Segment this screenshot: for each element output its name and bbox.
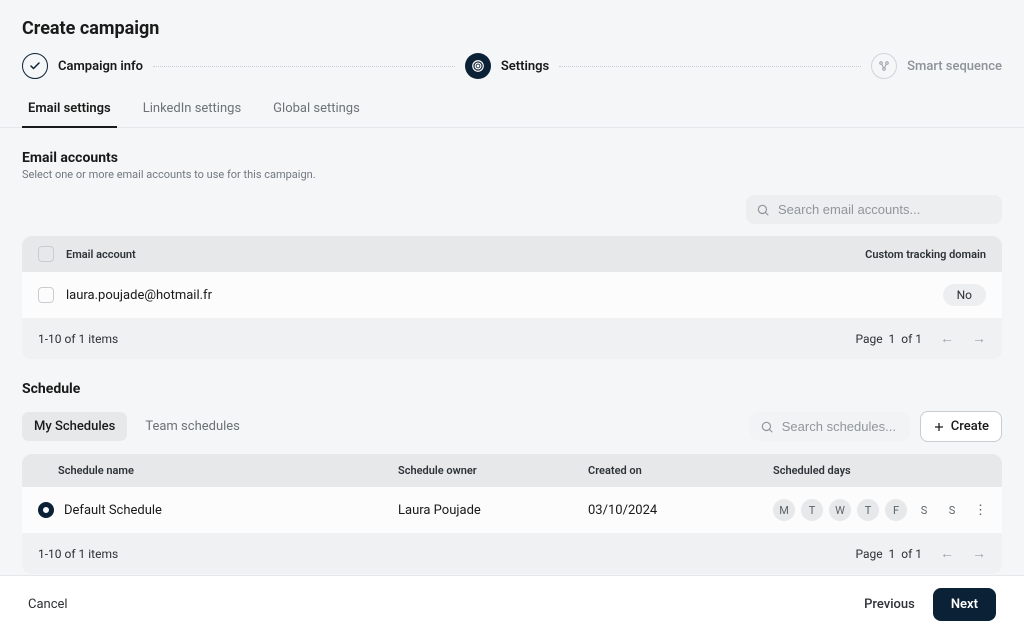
scheduled-days: M T W T F S S xyxy=(773,499,963,521)
arrow-right-icon[interactable]: → xyxy=(972,330,986,347)
arrow-left-icon[interactable]: ← xyxy=(940,545,954,562)
schedule-segments: My Schedules Team schedules xyxy=(22,412,252,441)
schedule-name-value: Default Schedule xyxy=(64,503,162,518)
dots-vertical-icon: ⋮ xyxy=(974,503,987,518)
select-all-checkbox[interactable] xyxy=(38,246,54,262)
day-chip-thu: T xyxy=(857,499,879,521)
step-label: Smart sequence xyxy=(907,59,1002,74)
create-schedule-button[interactable]: Create xyxy=(920,411,1002,442)
page-indicator: Page 1 of 1 xyxy=(855,547,922,561)
page-footer: Cancel Previous Next xyxy=(0,575,1024,633)
range-text: 1-10 of 1 items xyxy=(38,332,118,346)
email-account-value: laura.poujade@hotmail.fr xyxy=(66,288,836,303)
nodes-icon xyxy=(871,53,897,79)
col-header-owner: Schedule owner xyxy=(398,464,588,477)
table-footer: 1-10 of 1 items Page 1 of 1 ← → xyxy=(22,533,1002,574)
day-chip-wed: W xyxy=(829,499,851,521)
email-accounts-table: Email account Custom tracking domain lau… xyxy=(22,236,1002,359)
tracking-domain-value: No xyxy=(836,284,986,306)
segment-my-schedules[interactable]: My Schedules xyxy=(22,412,127,441)
step-settings[interactable]: Settings xyxy=(465,53,549,79)
step-label: Campaign info xyxy=(58,59,143,74)
table-row: laura.poujade@hotmail.fr No xyxy=(22,272,1002,318)
tab-email-settings[interactable]: Email settings xyxy=(22,93,117,128)
arrow-right-icon[interactable]: → xyxy=(972,545,986,562)
stepper-line xyxy=(153,66,455,67)
cancel-button[interactable]: Cancel xyxy=(28,597,68,612)
step-campaign-info[interactable]: Campaign info xyxy=(22,53,143,79)
create-label: Create xyxy=(951,419,989,434)
day-chip-mon: M xyxy=(773,499,795,521)
day-chip-tue: T xyxy=(801,499,823,521)
stepper: Campaign info Settings Smart sequence xyxy=(0,47,1024,93)
check-icon xyxy=(22,53,48,79)
email-accounts-subtitle: Select one or more email accounts to use… xyxy=(22,168,1002,181)
search-input[interactable] xyxy=(778,202,992,217)
plus-icon xyxy=(933,421,945,433)
previous-button[interactable]: Previous xyxy=(864,597,915,612)
settings-tabbar: Email settings LinkedIn settings Global … xyxy=(0,93,1024,128)
page-indicator: Page 1 of 1 xyxy=(855,332,922,346)
arrow-left-icon[interactable]: ← xyxy=(940,330,954,347)
day-chip-fri: F xyxy=(885,499,907,521)
step-label: Settings xyxy=(501,59,549,74)
tab-global-settings[interactable]: Global settings xyxy=(267,93,366,127)
table-row: Default Schedule Laura Poujade 03/10/202… xyxy=(22,487,1002,533)
range-text: 1-10 of 1 items xyxy=(38,547,118,561)
col-header-days: Scheduled days xyxy=(773,464,962,477)
stepper-line xyxy=(559,66,861,67)
table-footer: 1-10 of 1 items Page 1 of 1 ← → xyxy=(22,318,1002,359)
day-chip-sat: S xyxy=(913,499,935,521)
row-checkbox[interactable] xyxy=(38,287,54,303)
schedule-owner-value: Laura Poujade xyxy=(398,503,588,518)
page-title: Create campaign xyxy=(0,0,1024,47)
step-smart-sequence[interactable]: Smart sequence xyxy=(871,53,1002,79)
schedule-created-value: 03/10/2024 xyxy=(588,503,773,518)
search-icon xyxy=(760,420,774,434)
col-header-email: Email account xyxy=(66,248,836,261)
col-header-created: Created on xyxy=(588,464,773,477)
search-email-accounts[interactable] xyxy=(746,195,1002,224)
email-accounts-title: Email accounts xyxy=(22,150,1002,166)
col-header-tracking: Custom tracking domain xyxy=(836,248,986,261)
schedule-radio[interactable] xyxy=(38,502,54,518)
search-input[interactable] xyxy=(782,419,900,434)
schedule-table: Schedule name Schedule owner Created on … xyxy=(22,454,1002,574)
col-header-name: Schedule name xyxy=(38,464,398,477)
segment-team-schedules[interactable]: Team schedules xyxy=(133,412,252,441)
search-schedules[interactable] xyxy=(750,412,910,441)
search-icon xyxy=(756,203,770,217)
tracking-badge: No xyxy=(943,284,986,306)
target-icon xyxy=(465,53,491,79)
schedule-title: Schedule xyxy=(22,381,1002,397)
day-chip-sun: S xyxy=(941,499,963,521)
next-button[interactable]: Next xyxy=(933,588,996,621)
tab-linkedin-settings[interactable]: LinkedIn settings xyxy=(137,93,247,127)
row-actions-menu[interactable]: ⋮ xyxy=(963,503,987,518)
